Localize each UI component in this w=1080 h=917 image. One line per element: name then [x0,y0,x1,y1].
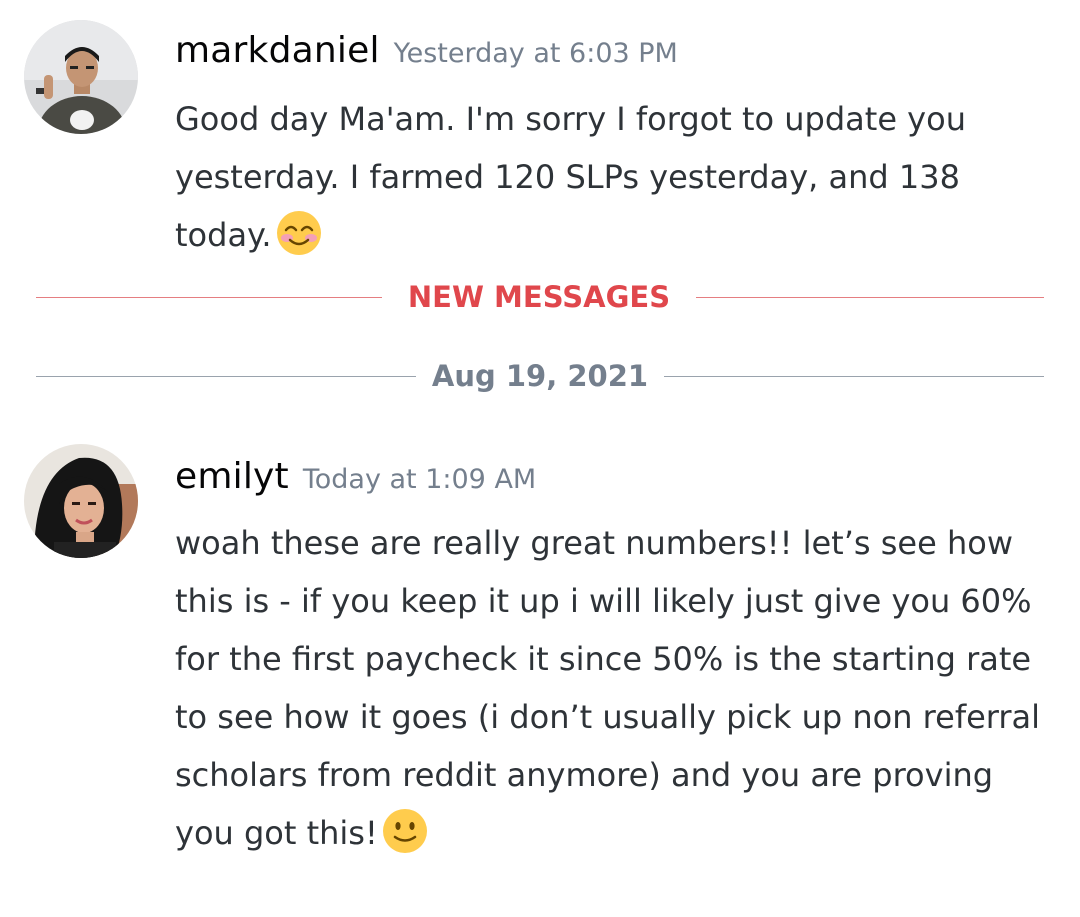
message-body: woah these are really great numbers!! le… [175,524,1051,852]
message-text: Good day Ma'am. I'm sorry I forgot to up… [175,90,1055,264]
avatar-markdaniel-image [24,20,138,134]
divider-line [696,297,1044,298]
timestamp: Yesterday at 6:03 PM [393,38,678,69]
slightly-smiling-face-icon [382,809,427,853]
message-text: woah these are really great numbers!! le… [175,514,1055,862]
avatar-markdaniel[interactable] [24,20,138,134]
timestamp: Today at 1:09 AM [302,464,537,495]
avatar-emilyt[interactable] [24,444,138,558]
new-messages-divider: NEW MESSAGES [36,277,1044,317]
message-emilyt: emilyt Today at 1:09 AM woah these are re… [0,420,1080,900]
username[interactable]: emilyt [175,456,289,497]
divider-line [664,376,1044,377]
username[interactable]: markdaniel [175,30,380,71]
divider-line [36,297,382,298]
date-divider: Aug 19, 2021 [36,356,1044,396]
avatar-emilyt-image [24,444,138,558]
divider-line [36,376,416,377]
new-messages-label: NEW MESSAGES [407,280,671,314]
message-header: markdaniel Yesterday at 6:03 PM [175,30,678,71]
message-header: emilyt Today at 1:09 AM [175,456,536,497]
date-label: Aug 19, 2021 [431,359,649,393]
message-markdaniel: markdaniel Yesterday at 6:03 PM Good day … [0,0,1080,270]
smiling-face-with-smiling-eyes-icon [276,211,321,255]
